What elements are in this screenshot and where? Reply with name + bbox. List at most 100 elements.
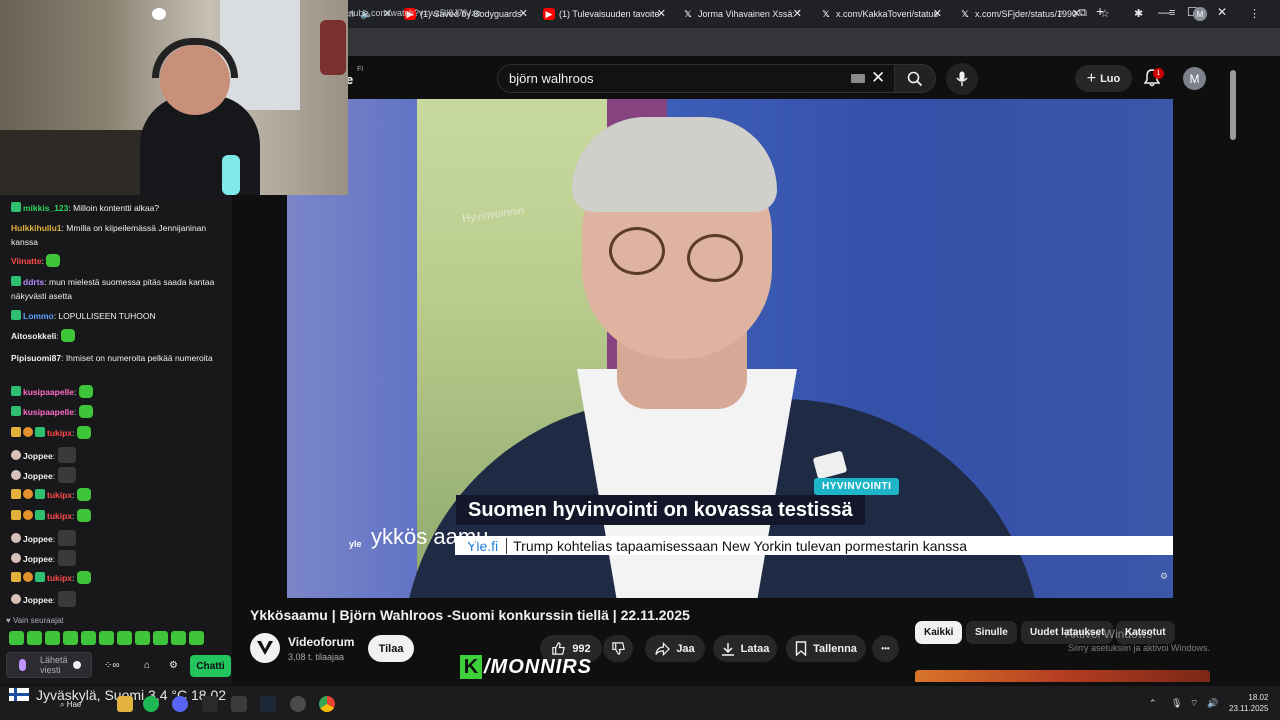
emote[interactable] [81, 631, 96, 645]
close-icon[interactable]: ✕ [933, 7, 942, 20]
steam-icon[interactable] [260, 696, 276, 712]
chat-username[interactable]: Joppee [23, 595, 53, 605]
chat-text: Ihmiset on numeroita pelkää numeroita [63, 353, 213, 363]
keyboard-icon[interactable] [851, 74, 865, 83]
red-object [320, 20, 346, 75]
emote-bar[interactable] [9, 631, 204, 645]
emote[interactable] [153, 631, 168, 645]
tray-volume-icon[interactable]: 🔊 [1207, 698, 1218, 709]
chat-send-button[interactable]: Chatti [190, 655, 231, 677]
account-avatar[interactable]: M [1183, 67, 1206, 90]
chat-username[interactable]: Joppee [23, 471, 53, 481]
chat-username[interactable]: Aitosokkeli [11, 331, 56, 341]
chat-username[interactable]: kusipaapelle [23, 387, 74, 397]
menu-icon[interactable]: ⋮ [1249, 7, 1260, 20]
chat-username[interactable]: tukipx [47, 511, 72, 521]
emote[interactable] [63, 631, 78, 645]
spotify-icon[interactable] [143, 696, 159, 712]
save-button[interactable]: Tallenna [786, 635, 866, 662]
recommended-thumbnail[interactable] [915, 670, 1210, 682]
taskbar-clock[interactable]: 18.02 23.11.2025 [1229, 692, 1268, 714]
emote[interactable] [99, 631, 114, 645]
filter-chip-for-you[interactable]: Sinulle [966, 621, 1017, 644]
microphone-icon[interactable] [19, 659, 26, 671]
chat-username[interactable]: Joppee [23, 451, 53, 461]
url-field[interactable]: utube.com/watch?v=wzRl8J7fVzo [346, 8, 481, 18]
video-player[interactable]: Hyvinvoinnin HYVINVOINTI Suomen hyvinvoi… [287, 99, 1173, 598]
chat-username[interactable]: Lommo [23, 311, 54, 321]
emote[interactable] [9, 631, 24, 645]
store-icon[interactable]: ⌂ [144, 660, 150, 671]
app-icon[interactable] [202, 696, 218, 712]
chat-username[interactable]: tukipx [47, 428, 72, 438]
chat-username[interactable]: Viinatte [11, 256, 42, 266]
chat-username[interactable]: mikkis_123 [23, 203, 68, 213]
emote[interactable] [189, 631, 204, 645]
bits-icon[interactable]: ⁘∞ [104, 660, 120, 671]
app-icon[interactable] [231, 696, 247, 712]
channel-name[interactable]: Videoforum [288, 635, 354, 649]
scrollbar-thumb[interactable] [1230, 70, 1236, 140]
chat-username[interactable]: tukipx [47, 490, 72, 500]
subscribe-button[interactable]: Tilaa [368, 635, 414, 662]
chat-message: tukipx: [11, 488, 226, 502]
emote[interactable] [45, 631, 60, 645]
activate-windows-hint: Siirry asetuksiin ja aktivoi Windows. [1068, 643, 1211, 653]
search-query[interactable]: björn walhroos [509, 71, 594, 86]
player-settings-icon[interactable]: ⚙ [1160, 571, 1168, 582]
emoji-picker-icon[interactable] [73, 661, 81, 669]
dislike-button[interactable] [603, 635, 633, 662]
settings-gear-icon[interactable]: ⚙ [169, 660, 178, 671]
webcam-ceiling-light [152, 8, 166, 20]
tray-chevron-icon[interactable]: ⌃ [1149, 698, 1157, 709]
tray-network-icon[interactable]: ⌔ [1190, 698, 1198, 709]
filter-chip-all[interactable]: Kaikki [915, 621, 963, 644]
profile-avatar[interactable]: M [1193, 7, 1207, 21]
chat-message: tukipx: [11, 426, 226, 440]
more-actions-button[interactable]: ••• [872, 635, 899, 662]
emote[interactable] [117, 631, 132, 645]
chat-username[interactable]: Joppee [23, 554, 53, 564]
chat-input-placeholder[interactable]: Lähetä viesti [40, 655, 74, 675]
tab-x-1[interactable]: 𝕏 Jorma Vihavainen Xssä: ' ✕ [682, 4, 804, 24]
emote[interactable] [171, 631, 186, 645]
chat-username[interactable]: Hulkkihullu1 [11, 223, 62, 233]
close-icon[interactable]: ✕ [519, 7, 528, 20]
chat-badge-icon [23, 427, 33, 437]
extensions-icon[interactable]: ✱ [1134, 7, 1143, 20]
chat-username[interactable]: tukipx [47, 573, 72, 583]
chat-username[interactable]: Joppee [23, 534, 53, 544]
close-icon[interactable]: ✕ [793, 7, 802, 20]
window-close-icon[interactable]: ✕ [1217, 5, 1227, 19]
chat-emote [78, 405, 93, 418]
close-icon[interactable]: ✕ [657, 7, 666, 20]
voice-search-button[interactable] [946, 63, 978, 95]
chat-username[interactable]: ddrts [23, 277, 44, 287]
emote[interactable] [27, 631, 42, 645]
bookmark-star-icon[interactable]: ☆ [1100, 7, 1110, 20]
search-button[interactable] [894, 64, 936, 93]
file-explorer-icon[interactable] [117, 696, 133, 712]
chat-emote [57, 467, 76, 483]
cast-icon[interactable]: ⧉ [1079, 7, 1087, 20]
tray-microphone-icon[interactable]: 🎙 [1171, 698, 1182, 709]
clear-search-icon[interactable]: ✕ [871, 68, 885, 88]
channel-avatar[interactable] [250, 633, 280, 663]
chat-username[interactable]: Pipisuomi87 [11, 353, 61, 363]
discord-icon[interactable] [172, 696, 188, 712]
share-button[interactable]: Jaa [645, 635, 705, 662]
zoom-icon[interactable]: ⌕ [1058, 7, 1064, 20]
chat-message: Joppee: [11, 467, 226, 483]
emote[interactable] [135, 631, 150, 645]
download-button[interactable]: Lataa [713, 635, 777, 662]
page-scrollbar[interactable] [1227, 60, 1238, 680]
tab-youtube-2[interactable]: ▶ (1) Tulevaisuuden tavoite ✕ [543, 4, 668, 24]
obs-icon[interactable] [290, 696, 306, 712]
tab-x-2[interactable]: 𝕏 x.com/KakkaToveri/status ✕ [820, 4, 944, 24]
media-icon[interactable]: ≡ [1169, 7, 1175, 19]
taskbar-search[interactable]: ⌕ Hae [60, 700, 81, 710]
create-button[interactable]: + Luo [1075, 65, 1132, 92]
chrome-icon[interactable] [319, 696, 335, 712]
tab-x-3[interactable]: 𝕏 x.com/SFjder/status/1990 ✕ [959, 4, 1083, 24]
chat-username[interactable]: kusipaapelle [23, 407, 74, 417]
